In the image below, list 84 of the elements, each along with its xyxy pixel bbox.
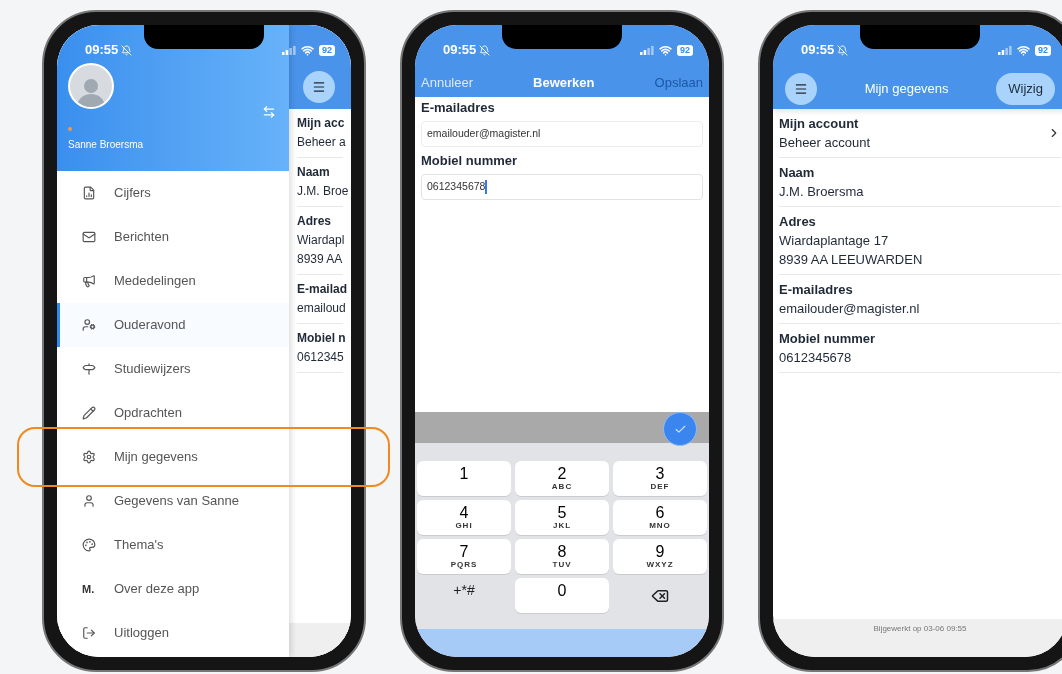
field-label: Naam (779, 164, 816, 182)
status-time: 09:55 (801, 41, 835, 60)
keypad-key[interactable]: 9 WXYZ (613, 539, 707, 574)
keypad-key[interactable]: 5 JKL (515, 500, 609, 535)
signal-icon (998, 45, 1012, 55)
field-value: Wiardaplantage 17 (779, 232, 890, 250)
menu-item[interactable]: Ouderavond (57, 303, 289, 347)
menu-item[interactable]: Berichten (57, 215, 289, 259)
done-button[interactable] (663, 412, 697, 446)
keypad-key[interactable]: 7 PQRS (417, 539, 511, 574)
wifi-icon (659, 43, 672, 57)
bell-off-icon (479, 44, 491, 56)
field-value: Beheer account (779, 134, 872, 152)
menu-button[interactable] (303, 71, 335, 103)
keypad-key[interactable]: 6 MNO (613, 500, 707, 535)
avatar[interactable] (68, 63, 114, 109)
field-value: Beheer a (297, 134, 346, 151)
field-label: Mobiel nummer (779, 330, 877, 348)
user-name: Sanne Broersma (68, 138, 145, 152)
menu-item[interactable]: M. Over deze app (57, 567, 289, 611)
signal-icon (640, 45, 654, 55)
menu-item[interactable]: Gegevens van Sanne (57, 479, 289, 523)
user-gear-icon (82, 318, 96, 332)
signal-icon (282, 45, 296, 55)
field-label: Adres (297, 213, 332, 230)
palette-icon (82, 538, 96, 552)
footer-bar (289, 623, 351, 657)
logo-mark: M. (82, 581, 96, 597)
menu-item[interactable]: Studiewijzers (57, 347, 289, 391)
screen-title: Bewerken (533, 74, 595, 93)
logout-icon (82, 626, 96, 640)
menu-item[interactable]: Uitloggen (57, 611, 289, 655)
keypad-key[interactable]: 1 (417, 461, 511, 496)
user-icon (82, 494, 96, 508)
field-value: 0612345 (297, 349, 345, 366)
keypad-key[interactable]: 3 DEF (613, 461, 707, 496)
bell-off-icon (837, 44, 849, 56)
field-label: Mobiel nummer (421, 152, 519, 170)
field-label: Mijn account (779, 115, 860, 133)
bell-off-icon (121, 44, 133, 56)
symbols-key[interactable]: +*# (417, 578, 511, 613)
wifi-icon (1017, 43, 1030, 57)
keypad-key[interactable]: 2 ABC (515, 461, 609, 496)
status-time: 09:55 (85, 41, 119, 60)
keypad-key[interactable]: 0 (515, 578, 609, 613)
field-value: 8939 AA LEEUWARDEN (779, 251, 924, 269)
field-label: E-mailadres (779, 281, 854, 299)
chart-file-icon (82, 186, 96, 200)
mail-icon (82, 230, 96, 244)
keypad-key[interactable]: 4 GHI (417, 500, 511, 535)
input-field[interactable]: 0612345678 (421, 174, 703, 200)
field-label: Mobiel n (297, 330, 346, 347)
input-field[interactable]: emailouder@magister.nl (421, 121, 703, 147)
field-label: E-mailadres (421, 99, 496, 117)
field-value: J.M. Broe (297, 183, 349, 200)
menu-icon (794, 82, 808, 96)
field-value: 0612345678 (779, 349, 853, 367)
menu-button[interactable] (785, 73, 817, 105)
menu-item[interactable]: Opdrachten (57, 391, 289, 435)
field-label: Naam (297, 164, 331, 181)
field-value: Wiardapl (297, 232, 345, 249)
field-value: 8939 AA (297, 251, 344, 268)
pencil-icon (82, 406, 96, 420)
field-label: Mijn acc (297, 115, 346, 132)
status-time: 09:55 (443, 41, 477, 60)
menu-item[interactable]: Mededelingen (57, 259, 289, 303)
field-label: E-mailad (297, 281, 347, 298)
field-value: J.M. Broersma (779, 183, 865, 201)
megaphone-icon (82, 274, 96, 288)
keypad-key[interactable]: 8 TUV (515, 539, 609, 574)
wifi-icon (301, 43, 314, 57)
field-value: emailoud (297, 300, 347, 317)
menu-item[interactable]: Mijn gegevens (57, 435, 289, 479)
menu-icon (312, 80, 326, 94)
settings-icon (82, 450, 96, 464)
screen-title: Mijn gegevens (864, 80, 949, 99)
signpost-icon (82, 362, 96, 376)
menu-item[interactable]: Cijfers (57, 171, 289, 215)
menu-item[interactable]: Thema's (57, 523, 289, 567)
edit-button[interactable]: Wijzig (996, 73, 1055, 105)
field-label: Adres (779, 213, 817, 231)
swap-icon[interactable] (262, 105, 276, 119)
updated-time: Bijgewerkt op 03-06 09:55 (873, 623, 967, 635)
field-value: emailouder@magister.nl (779, 300, 921, 318)
